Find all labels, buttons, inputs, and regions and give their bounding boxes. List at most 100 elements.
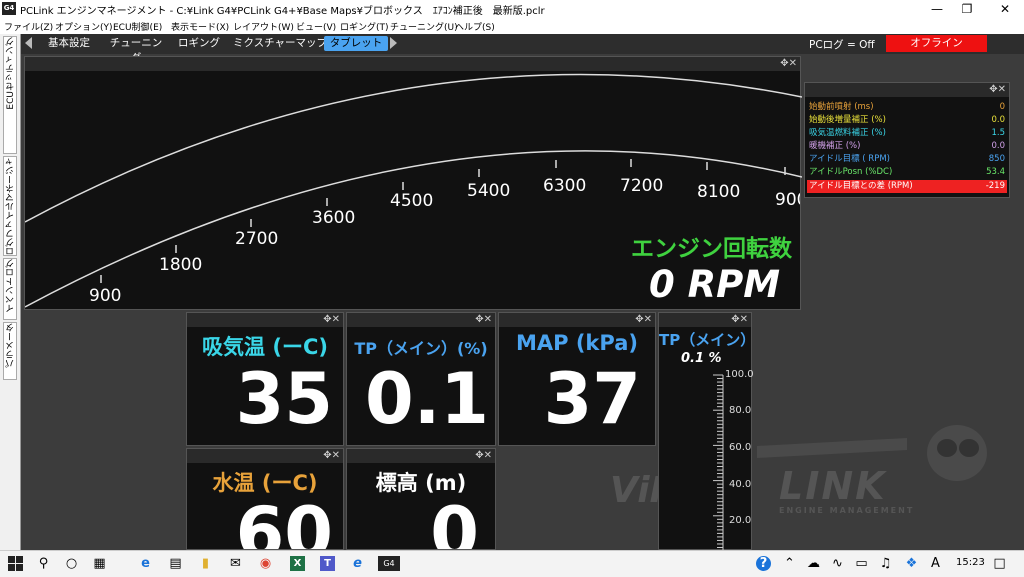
task-view-icon[interactable]: ▦ (92, 556, 107, 571)
param-name: 吸気温燃料補正 (%) (809, 127, 886, 140)
param-name: 暖機補正 (%) (809, 140, 860, 153)
map-gauge: ✥✕ MAP (kPa) 37 (498, 312, 656, 446)
menu-view[interactable]: ビュー(V) (296, 20, 336, 33)
move-close-icon[interactable]: ✥✕ (635, 313, 652, 326)
rpm-tick-label: 8100 (697, 182, 740, 202)
title-bar: G4 PCLink エンジンマネージメント - C:¥Link G4¥PCLin… (0, 0, 1024, 18)
menu-display-mode[interactable]: 表示モード(X) (171, 20, 229, 33)
vtab-ecu-settings[interactable]: ECUセッティング (3, 36, 17, 154)
menu-options[interactable]: オプション(Y) (55, 20, 113, 33)
search-icon[interactable]: ⚲ (36, 556, 51, 571)
bar-scale-label: 80.0 (729, 405, 751, 416)
menu-file[interactable]: ファイル(Z) (4, 20, 53, 33)
mail-icon[interactable]: ✉ (228, 556, 243, 571)
bar-scale-label: 100.0 (725, 369, 754, 380)
pclink-icon[interactable]: G4 (378, 556, 400, 571)
teams-icon[interactable]: T (320, 556, 335, 571)
tab-tuning[interactable]: チューニング (105, 36, 167, 51)
menu-tuning[interactable]: チューニング(U) (390, 20, 458, 33)
move-close-icon[interactable]: ✥✕ (475, 449, 492, 462)
parameter-list-panel: ✥✕ 始動前噴射 (ms) 0 始動後増量補正 (%) 0.0 吸気温燃料補正 (%… (804, 82, 1010, 198)
param-value: 0.0 (991, 114, 1005, 127)
vtab-parameters[interactable]: パラメータ (3, 322, 17, 380)
param-value: -219 (986, 180, 1005, 193)
menu-help[interactable]: ヘルプ(S) (455, 20, 495, 33)
panel-header: ✥✕ (499, 313, 655, 327)
help-icon[interactable]: ? (756, 556, 771, 571)
battery-icon[interactable]: ▭ (854, 556, 869, 571)
restore-icon[interactable]: ❐ (950, 0, 984, 18)
panel-header: ✥✕ (187, 313, 343, 327)
notification-icon[interactable]: □ (992, 556, 1007, 571)
param-row[interactable]: 吸気温燃料補正 (%)1.5 (807, 127, 1007, 140)
menu-layout[interactable]: レイアウト(W) (233, 20, 294, 33)
menu-ecu-control[interactable]: ECU制御(E) (113, 20, 162, 33)
panel-header: ✥✕ (347, 449, 495, 463)
close-icon[interactable]: ✕ (988, 0, 1022, 18)
cortana-icon[interactable]: ○ (64, 556, 79, 571)
clock[interactable]: 15:23 (956, 557, 985, 568)
param-value: 0.0 (991, 140, 1005, 153)
connection-status-badge[interactable]: オフライン (886, 35, 987, 52)
edge-icon[interactable]: e (138, 556, 153, 571)
cloud-icon[interactable]: ☁ (806, 556, 821, 571)
gauge-title: 吸気温 (ーC) (187, 331, 343, 361)
vtab-label: イベントログ (4, 259, 17, 313)
dropbox-icon[interactable]: ❖ (904, 556, 919, 571)
ie-icon[interactable]: e (350, 556, 365, 571)
rpm-gauge-value: 0 RPM (649, 263, 780, 306)
panel-header: ✥✕ (347, 313, 495, 327)
rpm-tick-label: 2700 (235, 229, 278, 249)
minimize-icon[interactable]: — (920, 0, 954, 18)
tab-basic-settings[interactable]: 基本設定 (39, 36, 99, 51)
bar-scale-label: 20.0 (729, 515, 751, 526)
rpm-tick-label: 900 (775, 190, 800, 210)
file-explorer-icon[interactable]: ▮ (198, 556, 213, 571)
coolant-temp-gauge: ✥✕ 水温 (ーC) 60 (186, 448, 344, 550)
param-row[interactable]: 始動前噴射 (ms) 0 (807, 101, 1007, 114)
rpm-tick-label: 4500 (390, 191, 433, 211)
store-icon[interactable]: ▤ (168, 556, 183, 571)
vtab-event-log[interactable]: イベントログ (3, 258, 17, 320)
ime-indicator[interactable]: A (928, 556, 943, 571)
tab-scroll-right-icon[interactable] (390, 37, 397, 49)
vtab-log-file-manager[interactable]: ログファイルマネージャ (3, 156, 17, 256)
tab-logging[interactable]: ロギング (173, 36, 225, 51)
param-row[interactable]: 始動後増量補正 (%) 0.0 (807, 114, 1007, 127)
move-close-icon[interactable]: ✥✕ (323, 449, 340, 462)
param-row[interactable]: アイドルPosn (%DC)53.4 (807, 166, 1007, 179)
gauge-value: 60 (236, 493, 333, 550)
menu-logging[interactable]: ロギング(T) (340, 20, 389, 33)
link-brand-text: LINK (779, 464, 887, 508)
tab-scroll-left-icon[interactable] (25, 37, 32, 49)
param-name: アイドル目標との差 (RPM) (809, 180, 913, 193)
move-close-icon[interactable]: ✥✕ (989, 83, 1006, 96)
param-value: 0 (1000, 101, 1005, 114)
panel-header: ✥✕ (187, 449, 343, 463)
excel-icon[interactable]: X (290, 556, 305, 571)
param-name: 始動後増量補正 (%) (809, 114, 886, 127)
chrome-icon[interactable]: ◉ (258, 556, 273, 571)
move-close-icon[interactable]: ✥✕ (475, 313, 492, 326)
bar-scale-label: 40.0 (729, 479, 751, 490)
gauge-value: 0.1 (365, 359, 489, 439)
intake-temp-gauge: ✥✕ 吸気温 (ーC) 35 (186, 312, 344, 446)
move-close-icon[interactable]: ✥✕ (323, 313, 340, 326)
vtab-label: ECUセッティング (4, 37, 17, 110)
param-row[interactable]: アイドル目標 ( RPM)850 (807, 153, 1007, 166)
taskbar: ⚲ ○ ▦ e ▤ ▮ ✉ ◉ X T e G4 ? ⌃ ☁ ∿ ▭ ♫ ❖ A… (0, 550, 1024, 577)
app-icon: G4 (2, 2, 16, 15)
param-row-highlighted[interactable]: アイドル目標との差 (RPM) -219 (807, 180, 1007, 193)
volume-icon[interactable]: ♫ (878, 556, 893, 571)
throttle-position-gauge: ✥✕ TP（メイン）(%) 0.1 (346, 312, 496, 446)
wifi-icon[interactable]: ∿ (830, 556, 845, 571)
param-row[interactable]: 暖機補正 (%) 0.0 (807, 140, 1007, 153)
tab-mixture-map[interactable]: ミクスチャーマップ (231, 36, 329, 51)
left-vertical-tabs: ECUセッティング ログファイルマネージャ イベントログ パラメータ (0, 34, 21, 550)
param-name: 始動前噴射 (ms) (809, 101, 874, 114)
pc-log-status: PCログ = Off (809, 37, 875, 52)
chevron-up-icon[interactable]: ⌃ (782, 556, 797, 571)
rpm-tick-label: 5400 (467, 181, 510, 201)
windows-start-icon[interactable] (8, 556, 23, 571)
tab-tablet[interactable]: タブレット (324, 36, 388, 51)
